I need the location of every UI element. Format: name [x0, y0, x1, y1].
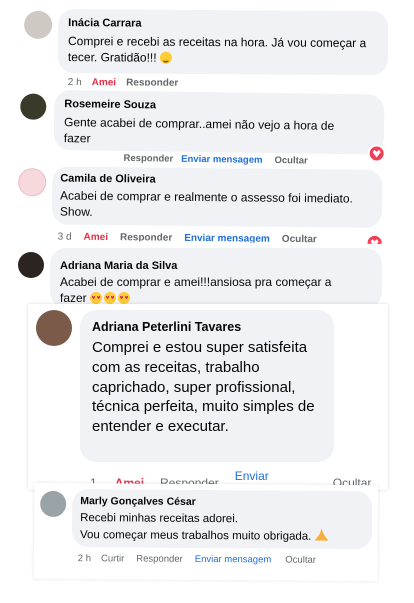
comment-actions: 2 h Amei Responder	[68, 77, 179, 87]
avatar[interactable]	[40, 490, 67, 518]
love-reaction-icon[interactable]	[365, 233, 384, 244]
comment-text-content: Vou começar meus trabalhos muito obrigad…	[79, 529, 312, 543]
send-message-button[interactable]: Enviar mensagem	[181, 154, 262, 166]
heart-eyes-icon	[118, 292, 131, 305]
comment-card: Camila de Oliveira Acabei de comprar e r…	[11, 164, 391, 244]
send-message-button[interactable]: Enviar mensagem	[184, 233, 270, 244]
comment-card: Adriana Peterlini Tavares Comprei e esto…	[28, 304, 388, 490]
heart-eyes-icon	[104, 292, 117, 305]
comment-card: Marly Gonçalves César Recebi minhas rece…	[33, 482, 379, 582]
commenter-name[interactable]: Adriana Maria da Silva	[60, 260, 177, 272]
comment-text: Acabei de comprar e amei!!!ansiosa pra c…	[60, 274, 360, 306]
comment-text: Gente acabei de comprar..amei não vejo a…	[63, 115, 335, 146]
comment-text: Acabei de comprar e realmente o assesso …	[59, 188, 353, 220]
avatar[interactable]	[18, 168, 47, 197]
comment-text-line-2: Vou começar meus trabalhos muito obrigad…	[80, 527, 374, 546]
comment-actions: Responder Enviar mensagem Ocultar	[123, 153, 307, 167]
hide-button[interactable]: Ocultar	[285, 555, 316, 566]
comment-actions: 2 h Curtir Responder Enviar mensagem Ocu…	[78, 553, 316, 566]
amei-button[interactable]: Amei	[83, 232, 108, 243]
avatar[interactable]	[36, 310, 72, 346]
reply-button[interactable]: Responder	[136, 554, 183, 565]
avatar[interactable]	[24, 10, 53, 39]
commenter-name[interactable]: Marly Gonçalves César	[80, 495, 196, 508]
love-reaction-icon[interactable]	[367, 144, 386, 163]
reply-button[interactable]: Responder	[123, 153, 173, 165]
heart-eyes-icon	[90, 292, 103, 305]
smiling-face-icon	[159, 51, 173, 64]
timestamp[interactable]: 2 h	[78, 553, 91, 564]
praying-hands-icon	[315, 529, 329, 541]
avatar[interactable]	[20, 93, 47, 120]
hide-button[interactable]: Ocultar	[274, 155, 307, 166]
comment-text-content: Comprei e recebi as receitas na hora. Já…	[67, 34, 367, 65]
commenter-name[interactable]: Adriana Peterlini Tavares	[92, 320, 241, 334]
timestamp[interactable]: 2 h	[68, 77, 82, 87]
comment-card: Inácia Carrara Comprei e recebi as recei…	[17, 4, 393, 88]
comment-card: Rosemeire Souza Gente acabei de comprar.…	[11, 87, 391, 169]
comment-actions: 3 d Amei Responder Enviar mensagem Ocult…	[58, 232, 317, 244]
hide-button[interactable]: Ocultar	[282, 234, 317, 244]
like-button[interactable]: Curtir	[101, 553, 124, 564]
commenter-name[interactable]: Camila de Oliveira	[60, 173, 156, 186]
amei-button[interactable]: Amei	[92, 77, 117, 87]
timestamp[interactable]: 3 d	[58, 232, 72, 243]
reply-button[interactable]: Responder	[120, 232, 172, 244]
send-message-button[interactable]: Enviar mensagem	[195, 554, 272, 566]
avatar[interactable]	[18, 252, 44, 278]
reply-button[interactable]: Responder	[126, 77, 178, 87]
comment-card: Adriana Maria da Silva Acabei de comprar…	[10, 246, 386, 312]
commenter-name[interactable]: Inácia Carrara	[68, 17, 141, 30]
comment-text: Comprei e estou super satisfeita com as …	[92, 339, 315, 436]
commenter-name[interactable]: Rosemeire Souza	[64, 98, 156, 111]
comment-text-line-1: Recebi minhas receitas adorei.	[80, 512, 239, 526]
comment-text: Comprei e recebi as receitas na hora. Já…	[68, 33, 383, 68]
